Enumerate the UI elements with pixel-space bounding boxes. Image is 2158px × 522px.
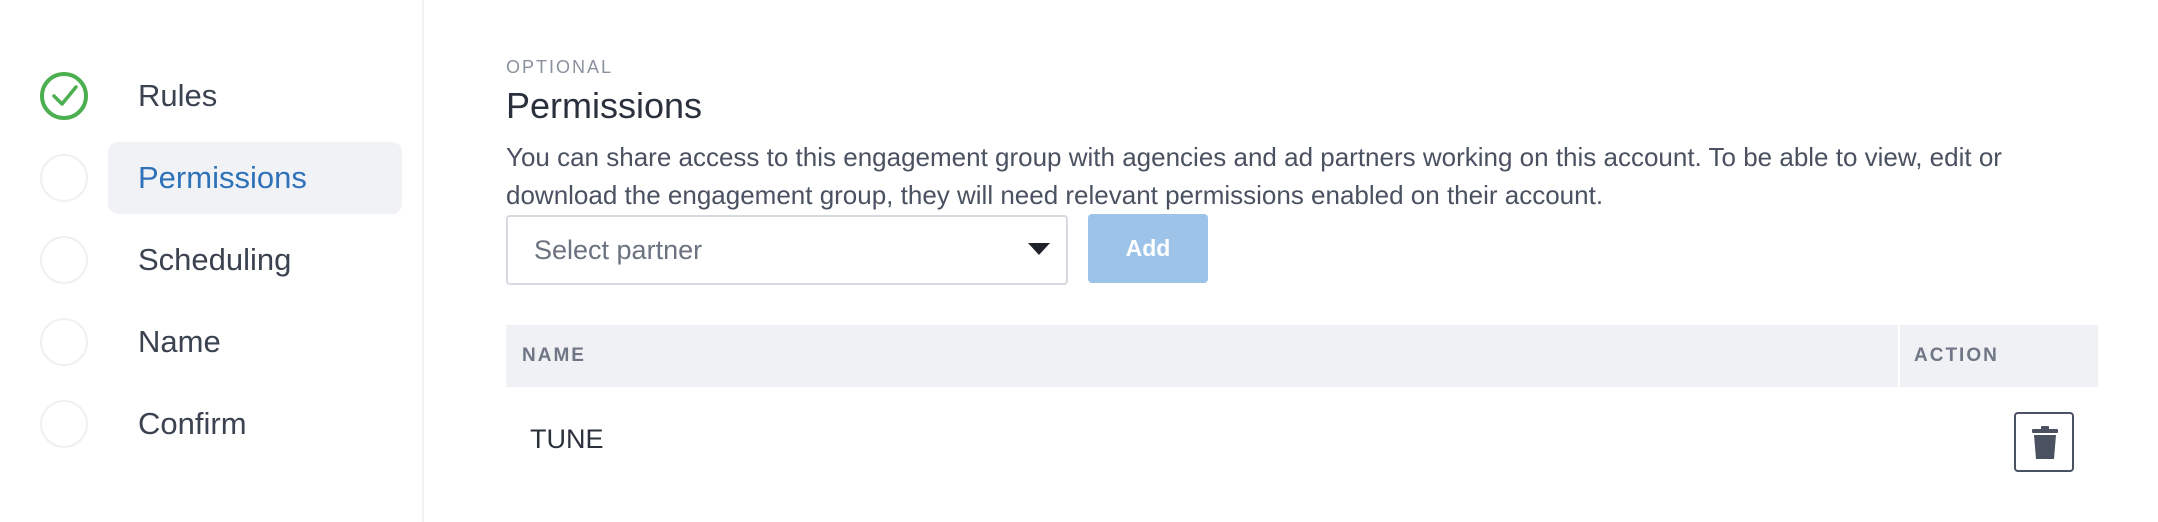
check-circle-icon [40, 72, 88, 120]
trash-icon [2032, 426, 2058, 459]
step-scheduling[interactable]: Scheduling [0, 220, 424, 294]
step-rules[interactable]: Rules [0, 56, 424, 130]
add-button[interactable]: Add [1088, 214, 1208, 283]
app: Rules Permissions Scheduling Name Confir… [0, 0, 2158, 522]
caret-down-icon [1028, 243, 1050, 255]
step-label: Scheduling [138, 242, 292, 277]
step-confirm[interactable]: Confirm [0, 384, 424, 458]
empty-circle-icon [40, 318, 88, 366]
step-label: Confirm [138, 406, 247, 441]
partners-table: NAME ACTION [506, 325, 2098, 387]
empty-circle-icon [40, 236, 88, 284]
permissions-panel: OPTIONAL Permissions You can share acces… [506, 0, 2158, 522]
partner-name: TUNE [530, 424, 604, 454]
steps-sidebar: Rules Permissions Scheduling Name Confir… [0, 0, 424, 522]
empty-circle-icon [40, 154, 88, 202]
page-title: Permissions [506, 85, 703, 126]
step-label: Permissions [138, 160, 307, 195]
step-label: Name [138, 324, 221, 359]
permissions-description: You can share access to this engagement … [506, 142, 2002, 210]
table-header: NAME ACTION [506, 325, 2098, 387]
step-label: Rules [138, 78, 218, 113]
step-name[interactable]: Name [0, 302, 424, 376]
partner-select-placeholder: Select partner [534, 235, 703, 265]
column-header-action: ACTION [1914, 345, 1999, 366]
empty-circle-icon [40, 400, 88, 448]
optional-eyebrow: OPTIONAL [506, 57, 614, 77]
step-permissions[interactable]: Permissions [0, 138, 424, 214]
table-row: TUNE [506, 387, 2098, 497]
delete-partner-button[interactable] [2014, 412, 2074, 472]
header-divider [1898, 325, 1900, 387]
partner-select[interactable]: Select partner [506, 215, 1068, 285]
column-header-name: NAME [522, 345, 586, 366]
